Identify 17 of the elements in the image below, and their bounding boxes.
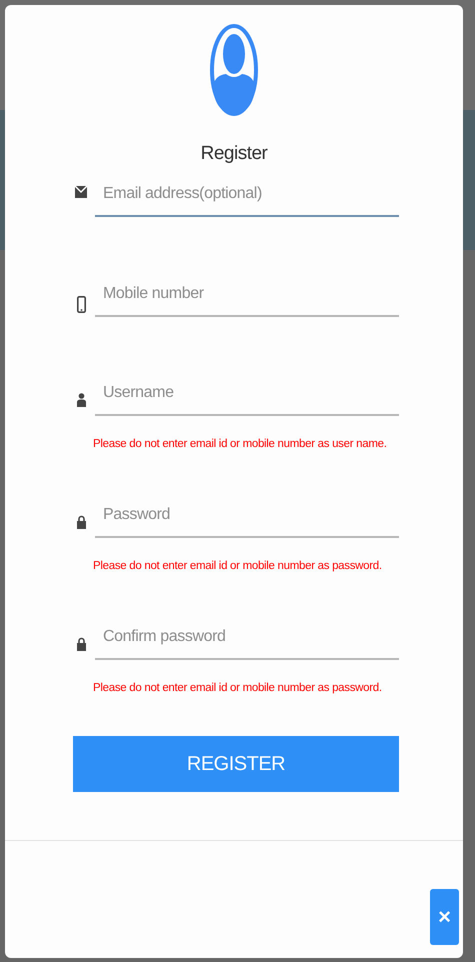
input-field[interactable]: Email address(optional) xyxy=(95,179,399,217)
input-field[interactable]: Mobile number xyxy=(95,279,399,317)
warning-text: Please do not enter email id or mobile number as password. xyxy=(93,560,383,574)
warning-text: Please do not enter email id or mobile number as password. xyxy=(93,682,383,696)
lock-icon xyxy=(76,637,86,651)
lock-icon xyxy=(76,515,86,529)
input-field[interactable]: Password xyxy=(95,500,399,538)
envelope-icon xyxy=(75,186,87,198)
input-field[interactable]: Confirm password xyxy=(95,622,399,660)
register-button[interactable]: REGISTER xyxy=(73,736,399,792)
close-button[interactable]: × xyxy=(430,888,459,944)
phone-icon xyxy=(76,296,86,313)
user-avatar-icon xyxy=(210,23,258,117)
input-field[interactable]: Username xyxy=(95,378,399,416)
dialog-title: Register xyxy=(200,143,268,165)
warning-text: Please do not enter email id or mobile number as user name. xyxy=(93,438,388,452)
user-icon xyxy=(76,393,86,407)
